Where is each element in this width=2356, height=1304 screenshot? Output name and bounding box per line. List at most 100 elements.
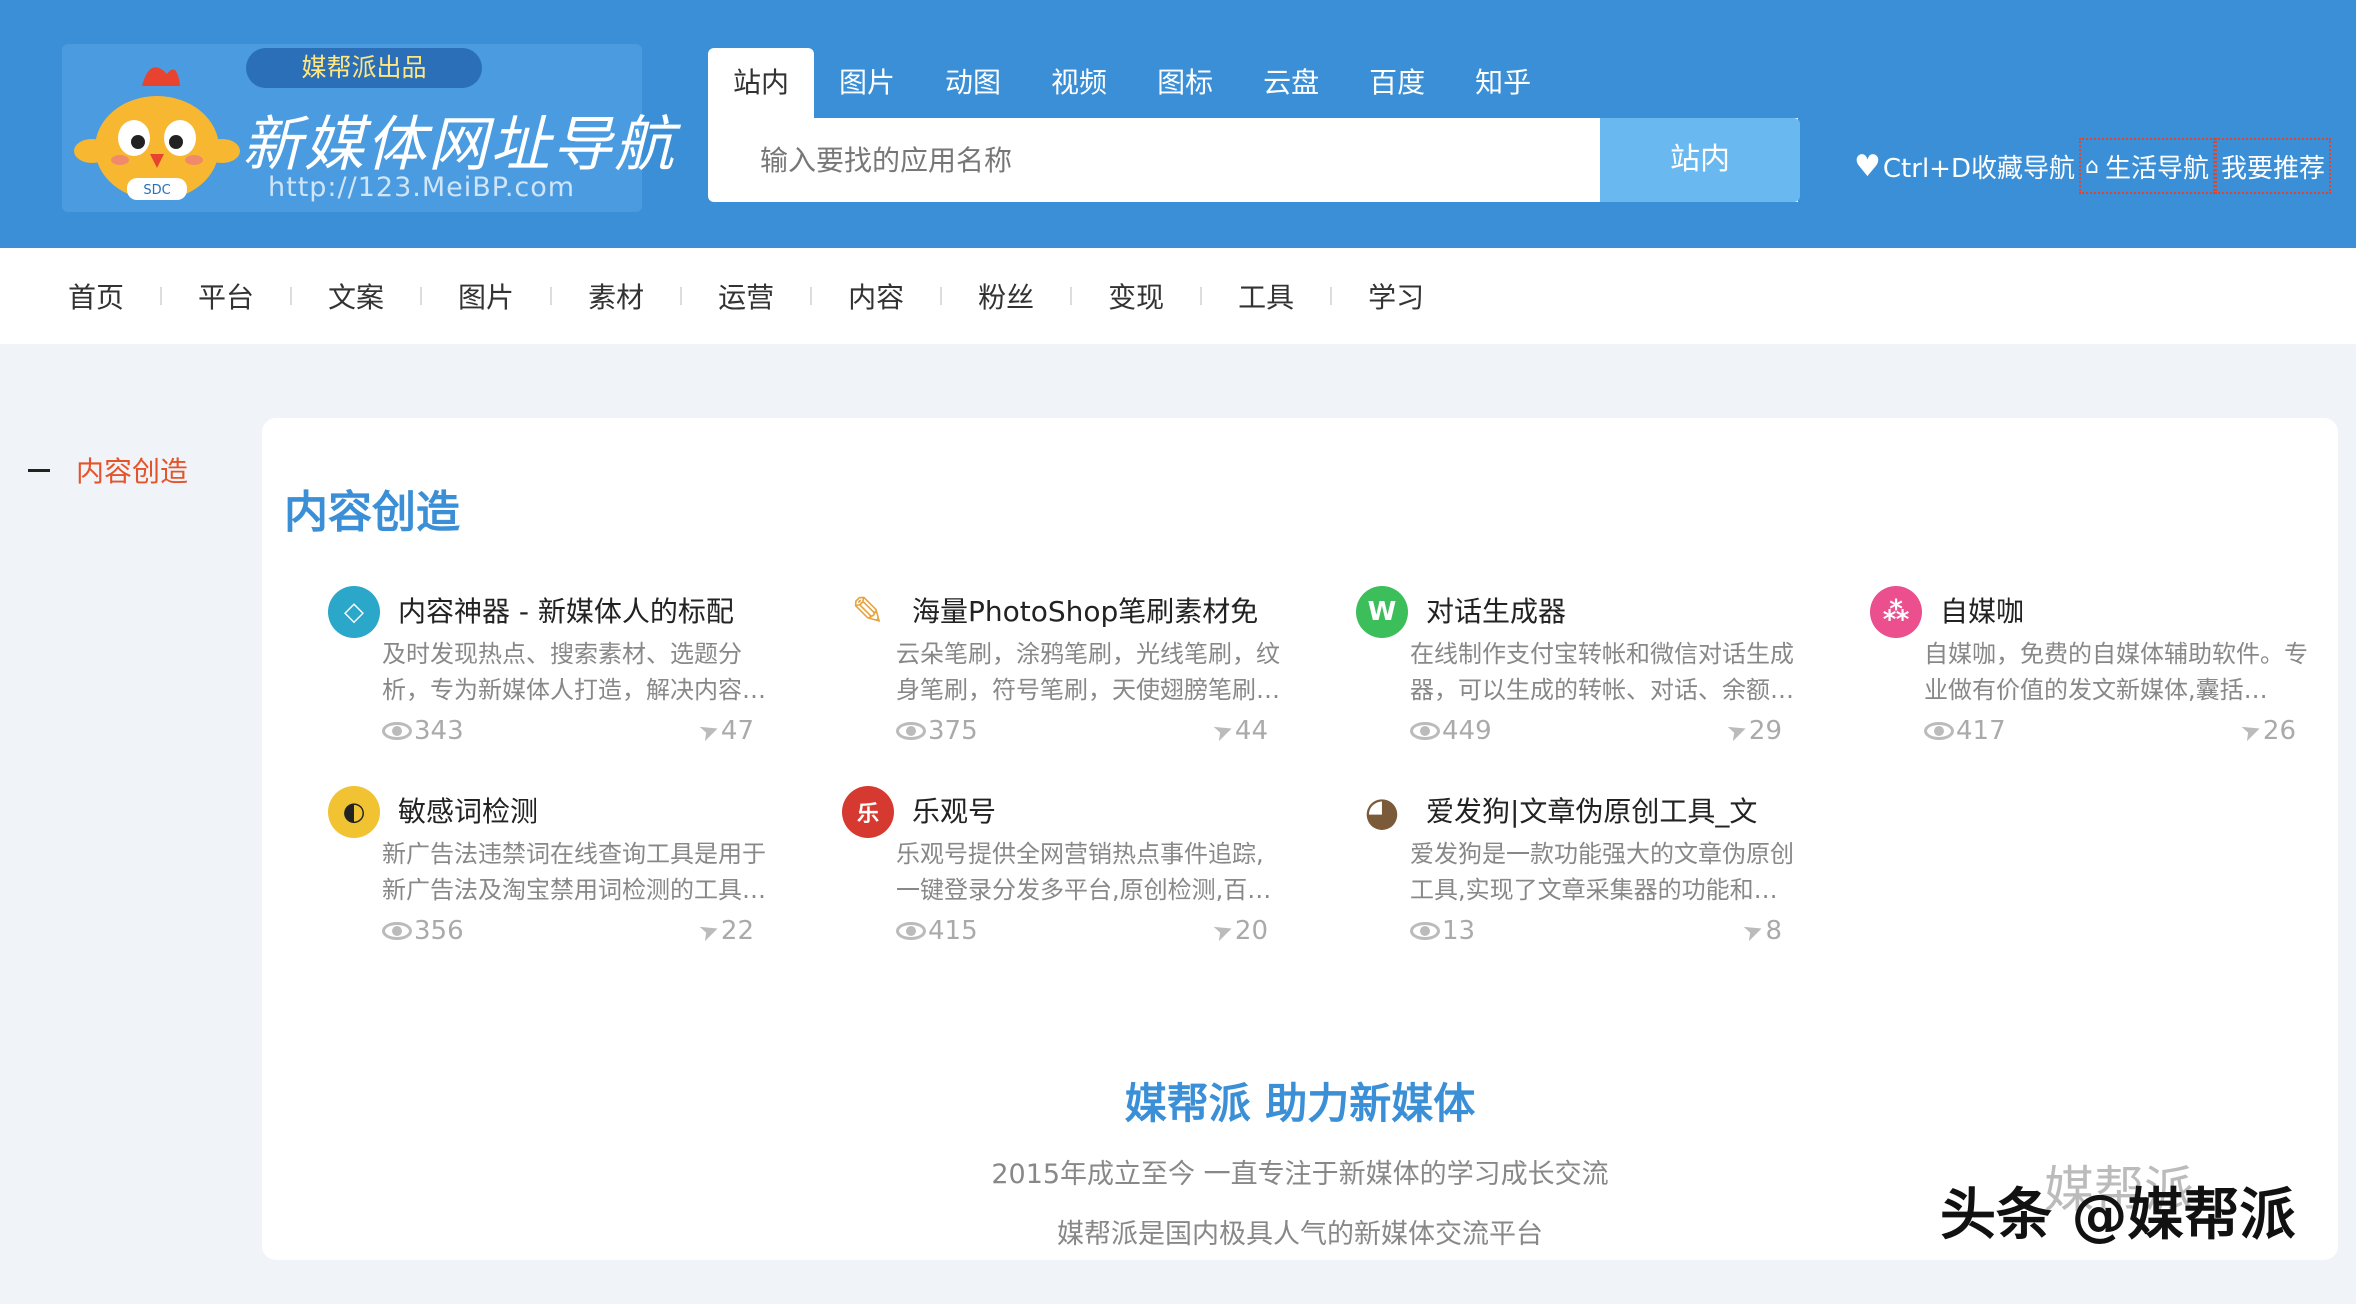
- eye-icon: [382, 922, 412, 940]
- nav-item-monetize[interactable]: 变现: [1108, 276, 1164, 316]
- sidebar-item-content-creation[interactable]: 内容创造: [76, 450, 188, 490]
- card-description: 自媒咖，免费的自媒体辅助软件。专业做有价值的发文新媒体,囊括…: [1924, 640, 2308, 704]
- header-links: ♥ Ctrl+D收藏导航 ⌂ 生活导航 我要推荐: [1850, 138, 2331, 194]
- w-logo-icon: W: [1356, 586, 1408, 638]
- nav-item-learning[interactable]: 学习: [1368, 276, 1424, 316]
- nav-divider: [1070, 287, 1073, 305]
- nav-item-platform[interactable]: 平台: [198, 276, 254, 316]
- recommend-link[interactable]: 我要推荐: [2214, 138, 2331, 194]
- card-description: 爱发狗是一款功能强大的文章伪原创工具,实现了文章采集器的功能和…: [1410, 840, 1794, 904]
- card-description: 新广告法违禁词在线查询工具是用于新广告法及淘宝禁用词检测的工具…: [382, 840, 766, 904]
- active-indicator: [28, 468, 50, 472]
- card-description: 云朵笔刷，涂鸦笔刷，光线笔刷，纹身笔刷，符号笔刷，天使翅膀笔刷…: [896, 640, 1280, 704]
- send-icon: ➤: [694, 714, 724, 748]
- tab-zhihu[interactable]: 知乎: [1450, 48, 1556, 118]
- card-description: 乐观号提供全网营销热点事件追踪,一键登录分发多平台,原创检测,百…: [896, 840, 1272, 904]
- site-logo[interactable]: SDC 媒帮派出品 新媒体网址导航 http://123.MeiBP.com: [62, 44, 674, 212]
- send-icon: ➤: [694, 914, 724, 948]
- section-title: 内容创造: [284, 487, 460, 538]
- tool-card[interactable]: ⁂ 自媒咖 自媒咖，免费的自媒体辅助软件。专业做有价值的发文新媒体,囊括… 41…: [1870, 586, 2310, 766]
- eye-icon: [1410, 922, 1440, 940]
- tool-card[interactable]: ✎ 海量PhotoShop笔刷素材免 云朵笔刷，涂鸦笔刷，光线笔刷，纹身笔刷，符…: [842, 586, 1282, 766]
- sidebar: 内容创造: [28, 450, 188, 490]
- share-count: ➤ 8: [1739, 914, 1782, 948]
- card-title: 乐观号: [912, 795, 997, 828]
- tab-cloud[interactable]: 云盘: [1238, 48, 1344, 118]
- share-count: ➤ 22: [694, 914, 754, 948]
- bookmark-label: Ctrl+D收藏导航: [1882, 153, 2075, 184]
- diamond-icon: ◇: [328, 586, 380, 638]
- view-count: 417: [1924, 716, 2006, 746]
- search-tabs: 站内 图片 动图 视频 图标 云盘 百度 知乎: [708, 48, 1556, 118]
- network-icon: ⁂: [1870, 586, 1922, 638]
- send-icon: ➤: [1208, 914, 1238, 948]
- life-nav-link[interactable]: ⌂ 生活导航: [2078, 138, 2215, 194]
- nav-divider: [290, 287, 293, 305]
- tool-card[interactable]: W 对话生成器 在线制作支付宝转帐和微信对话生成器，可以生成的转帐、对话、余额……: [1356, 586, 1796, 766]
- chick-mascot-icon: SDC: [74, 67, 240, 200]
- search-button[interactable]: 站内: [1600, 118, 1800, 202]
- card-title: 自媒咖: [1940, 595, 2025, 628]
- card-description: 在线制作支付宝转帐和微信对话生成器，可以生成的转帐、对话、余额…: [1410, 640, 1794, 704]
- send-icon: ➤: [1739, 914, 1768, 948]
- tab-images[interactable]: 图片: [814, 48, 920, 118]
- bookmark-link[interactable]: ♥ Ctrl+D收藏导航: [1850, 138, 2079, 194]
- view-count: 375: [896, 716, 978, 746]
- header: SDC 媒帮派出品 新媒体网址导航 http://123.MeiBP.com 站…: [0, 0, 2356, 248]
- eye-icon: [896, 922, 926, 940]
- nav-divider: [940, 287, 943, 305]
- share-count: ➤ 47: [694, 714, 754, 748]
- nav-item-images[interactable]: 图片: [458, 276, 514, 316]
- nav-item-materials[interactable]: 素材: [588, 276, 644, 316]
- card-title: 内容神器 - 新媒体人的标配: [398, 595, 734, 628]
- tab-icons[interactable]: 图标: [1132, 48, 1238, 118]
- nav-divider: [550, 287, 553, 305]
- view-count: 343: [382, 716, 464, 746]
- card-title: 爱发狗|文章伪原创工具_文: [1426, 795, 1758, 828]
- tab-videos[interactable]: 视频: [1026, 48, 1132, 118]
- card-description: 及时发现热点、搜索素材、选题分析，专为新媒体人打造，解决内容…: [382, 640, 766, 704]
- send-icon: ➤: [2236, 714, 2266, 748]
- view-count: 356: [382, 916, 464, 946]
- tool-card[interactable]: ◇ 内容神器 - 新媒体人的标配 及时发现热点、搜索素材、选题分析，专为新媒体人…: [328, 586, 768, 766]
- view-count: 415: [896, 916, 978, 946]
- card-title: 敏感词检测: [398, 795, 539, 828]
- view-count: 449: [1410, 716, 1492, 746]
- share-count: ➤ 26: [2236, 714, 2296, 748]
- eye-icon: [1924, 722, 1954, 740]
- home-icon: ⌂: [2084, 153, 2099, 179]
- nav-item-copywriting[interactable]: 文案: [328, 276, 384, 316]
- eye-icon: [1410, 722, 1440, 740]
- tab-gifs[interactable]: 动图: [920, 48, 1026, 118]
- nav-divider: [420, 287, 423, 305]
- nav-divider: [1200, 287, 1203, 305]
- nav-item-fans[interactable]: 粉丝: [978, 276, 1034, 316]
- content-panel: 内容创造 ◇ 内容神器 - 新媒体人的标配 及时发现热点、搜索素材、选题分析，专…: [262, 418, 2338, 1260]
- life-nav-label: 生活导航: [2104, 153, 2209, 184]
- send-icon: ➤: [1208, 714, 1238, 748]
- share-count: ➤ 44: [1208, 714, 1268, 748]
- nav-divider: [810, 287, 813, 305]
- leguan-logo-icon: 乐: [842, 786, 894, 838]
- tool-card[interactable]: ◕ 爱发狗|文章伪原创工具_文 爱发狗是一款功能强大的文章伪原创工具,实现了文章…: [1356, 786, 1796, 966]
- nav-item-operations[interactable]: 运营: [718, 276, 774, 316]
- tab-baidu[interactable]: 百度: [1344, 48, 1450, 118]
- nav-item-content[interactable]: 内容: [848, 276, 904, 316]
- tab-site[interactable]: 站内: [708, 48, 815, 118]
- footer-title: 媒帮派 助力新媒体: [1124, 1079, 1476, 1128]
- nav-divider: [680, 287, 683, 305]
- nav-item-home[interactable]: 首页: [68, 276, 124, 316]
- share-count: ➤ 20: [1208, 914, 1268, 948]
- brush-icon: ✎: [842, 586, 894, 638]
- bird-icon: ◐: [328, 786, 380, 838]
- share-count: ➤ 29: [1722, 714, 1782, 748]
- nav-item-tools[interactable]: 工具: [1238, 276, 1294, 316]
- heart-icon: ♥: [1854, 148, 1881, 184]
- svg-text:SDC: SDC: [143, 183, 170, 198]
- eye-icon: [896, 722, 926, 740]
- view-count: 13: [1410, 916, 1475, 946]
- recommend-label: 我要推荐: [2220, 153, 2325, 184]
- tool-card[interactable]: 乐 乐观号 乐观号提供全网营销热点事件追踪,一键登录分发多平台,原创检测,百… …: [842, 786, 1282, 966]
- tool-card[interactable]: ◐ 敏感词检测 新广告法违禁词在线查询工具是用于新广告法及淘宝禁用词检测的工具……: [328, 786, 768, 966]
- card-title: 海量PhotoShop笔刷素材免: [912, 595, 1259, 628]
